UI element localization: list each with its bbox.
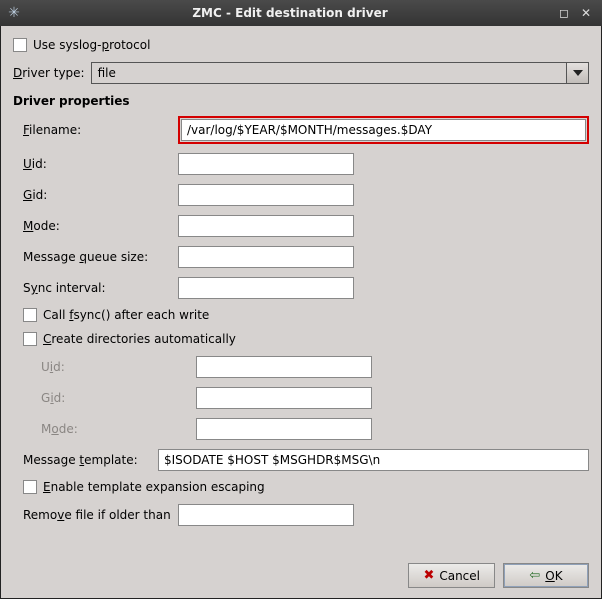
maximize-icon[interactable]: ◻ — [554, 5, 574, 21]
filename-highlight — [178, 116, 589, 144]
remove-file-older-label: Remove file if older than — [23, 508, 178, 522]
driver-properties-heading: Driver properties — [13, 94, 589, 108]
window-title: ZMC - Edit destination driver — [28, 6, 552, 20]
filename-label: Filename: — [23, 123, 178, 137]
use-syslog-protocol-checkbox[interactable]: Use syslog-protocol — [13, 38, 589, 52]
close-icon[interactable]: ✕ — [576, 5, 596, 21]
checkbox-box[interactable] — [23, 480, 37, 494]
cancel-icon: ✖ — [423, 568, 434, 583]
call-fsync-label: Call fsync() after each write — [43, 308, 209, 322]
filename-input[interactable] — [181, 119, 586, 141]
enable-template-escaping-checkbox[interactable]: Enable template expansion escaping — [23, 480, 589, 494]
mode-input[interactable] — [178, 215, 354, 237]
dir-mode-label: Mode: — [41, 422, 196, 436]
checkbox-box[interactable] — [23, 308, 37, 322]
dialog-body: Use syslog-protocol Driver type: file Dr… — [0, 26, 602, 599]
uid-input[interactable] — [178, 153, 354, 175]
sync-interval-input[interactable] — [178, 277, 354, 299]
gid-input[interactable] — [178, 184, 354, 206]
sync-interval-label: Sync interval: — [23, 281, 178, 295]
use-syslog-protocol-label: Use syslog-protocol — [33, 38, 150, 52]
ok-button-label: OK — [545, 569, 562, 583]
driver-type-value: file — [92, 63, 566, 83]
remove-file-older-input[interactable] — [178, 504, 354, 526]
cancel-button-label: Cancel — [439, 569, 480, 583]
checkbox-box[interactable] — [23, 332, 37, 346]
chevron-down-icon[interactable] — [566, 63, 588, 83]
button-bar: ✖ Cancel ⇦ OK — [408, 563, 589, 588]
create-directories-label: Create directories automatically — [43, 332, 236, 346]
dir-uid-input[interactable] — [196, 356, 372, 378]
titlebar: ✳ ZMC - Edit destination driver ◻ ✕ — [0, 0, 602, 26]
ok-button[interactable]: ⇦ OK — [503, 563, 589, 588]
dir-gid-input[interactable] — [196, 387, 372, 409]
uid-label: Uid: — [23, 157, 178, 171]
driver-type-label: Driver type: — [13, 66, 85, 80]
message-template-input[interactable] — [158, 449, 589, 471]
gid-label: Gid: — [23, 188, 178, 202]
mode-label: Mode: — [23, 219, 178, 233]
driver-type-combo[interactable]: file — [91, 62, 589, 84]
app-icon: ✳ — [6, 5, 22, 21]
enable-template-escaping-label: Enable template expansion escaping — [43, 480, 265, 494]
dir-mode-input[interactable] — [196, 418, 372, 440]
message-template-label: Message template: — [23, 453, 158, 467]
create-directories-checkbox[interactable]: Create directories automatically — [23, 332, 589, 346]
dir-uid-label: Uid: — [41, 360, 196, 374]
message-queue-size-label: Message queue size: — [23, 250, 178, 264]
cancel-button[interactable]: ✖ Cancel — [408, 563, 495, 588]
dir-gid-label: Gid: — [41, 391, 196, 405]
call-fsync-checkbox[interactable]: Call fsync() after each write — [23, 308, 589, 322]
ok-icon: ⇦ — [529, 568, 540, 583]
checkbox-box[interactable] — [13, 38, 27, 52]
message-queue-size-input[interactable] — [178, 246, 354, 268]
